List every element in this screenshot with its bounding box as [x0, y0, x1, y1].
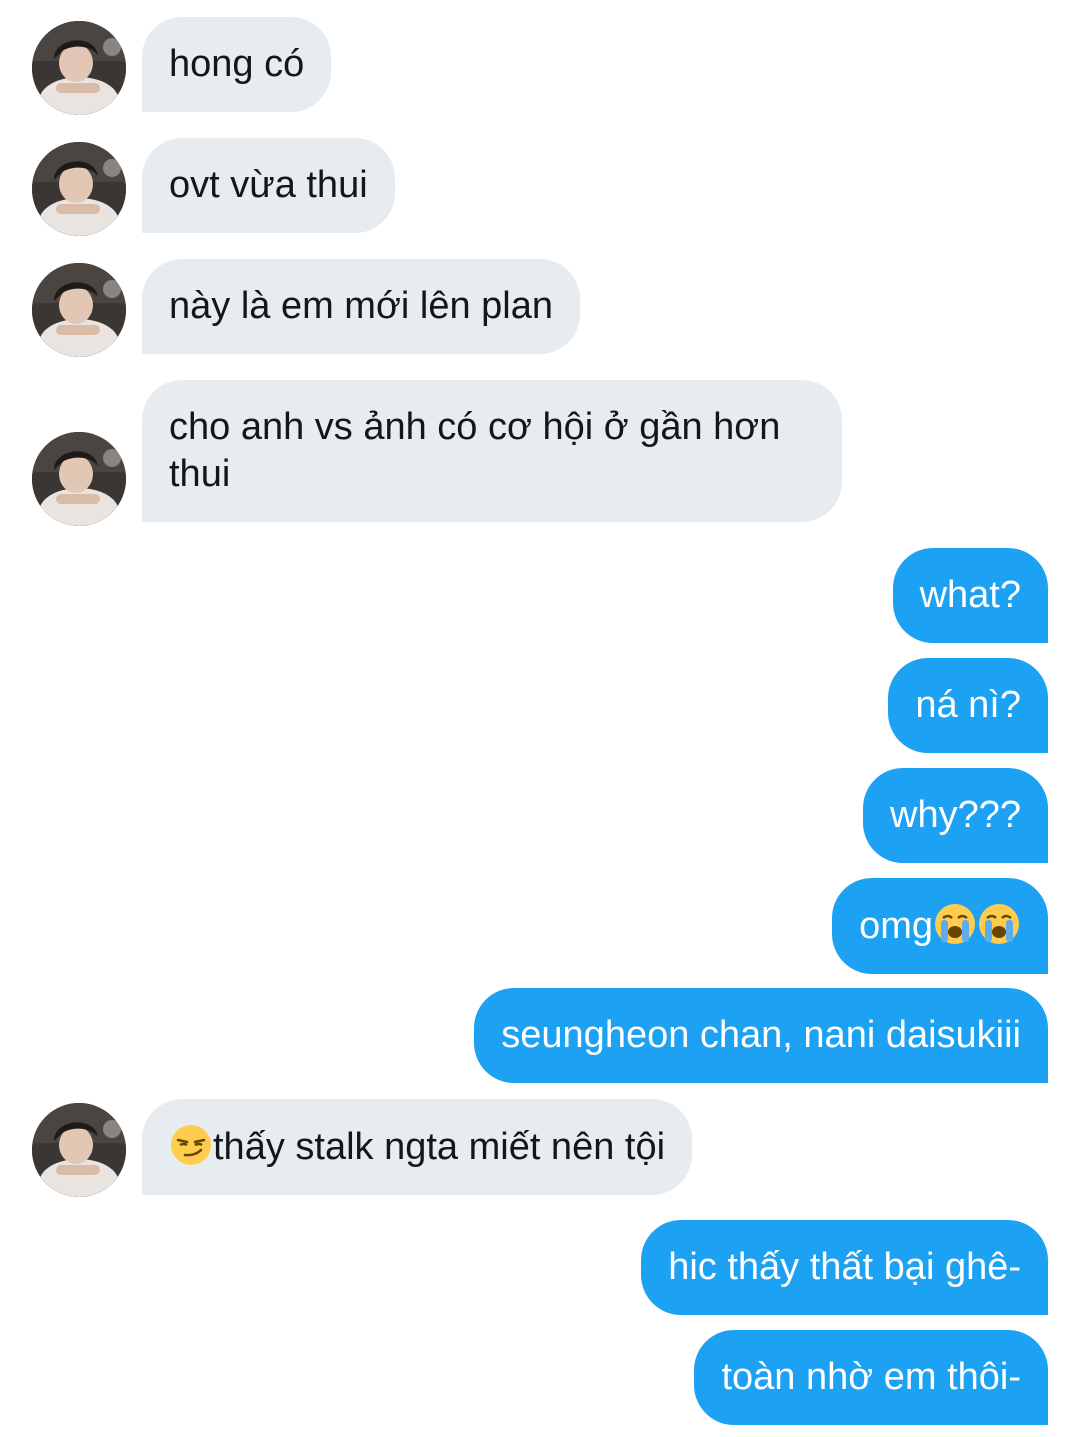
avatar[interactable]: [32, 263, 126, 357]
message-text: ovt vừa thui: [169, 164, 368, 206]
message-bubble-outgoing[interactable]: seungheon chan, nani daisukiii: [474, 988, 1048, 1083]
avatar[interactable]: [32, 432, 126, 526]
avatar[interactable]: [32, 142, 126, 236]
message-bubble-outgoing[interactable]: hic thấy thất bại ghê-: [641, 1220, 1048, 1315]
message-text: seungheon chan, nani daisukiii: [501, 1014, 1021, 1056]
message-text: hong có: [169, 43, 305, 85]
message-bubble-incoming[interactable]: thấy stalk ngta miết nên tội: [142, 1099, 693, 1195]
message-bubble-incoming[interactable]: ovt vừa thui: [142, 138, 395, 233]
message-text: ná nì?: [915, 684, 1021, 726]
message-text: why???: [890, 794, 1021, 836]
message-bubble-outgoing[interactable]: omg: [832, 878, 1048, 974]
message-bubble-outgoing[interactable]: why???: [863, 768, 1048, 863]
message-text: thấy stalk ngta miết nên tội: [213, 1126, 666, 1168]
message-text: what?: [919, 574, 1021, 616]
message-bubble-incoming[interactable]: này là em mới lên plan: [142, 259, 580, 354]
message-text: omg: [859, 905, 933, 947]
loudly-crying-face-emoji: [977, 902, 1021, 946]
message-bubble-outgoing[interactable]: toàn nhờ em thôi-: [694, 1330, 1048, 1425]
loudly-crying-face-emoji: [933, 902, 977, 946]
message-bubble-incoming[interactable]: hong có: [142, 17, 332, 112]
avatar[interactable]: [32, 1103, 126, 1197]
avatar-image: [32, 21, 126, 115]
message-bubble-outgoing[interactable]: what?: [892, 548, 1048, 643]
smirking-face-emoji: [169, 1123, 213, 1167]
avatar-image: [32, 263, 126, 357]
message-bubble-outgoing[interactable]: ná nì?: [888, 658, 1048, 753]
avatar-image: [32, 142, 126, 236]
message-text: này là em mới lên plan: [169, 285, 553, 327]
message-text: toàn nhờ em thôi-: [721, 1356, 1021, 1398]
message-bubble-incoming[interactable]: cho anh vs ảnh có cơ hội ở gần hơn thui: [142, 380, 842, 522]
avatar[interactable]: [32, 21, 126, 115]
avatar-image: [32, 1103, 126, 1197]
message-text: cho anh vs ảnh có cơ hội ở gần hơn thui: [169, 406, 781, 495]
avatar-image: [32, 432, 126, 526]
message-text: hic thấy thất bại ghê-: [668, 1246, 1021, 1288]
